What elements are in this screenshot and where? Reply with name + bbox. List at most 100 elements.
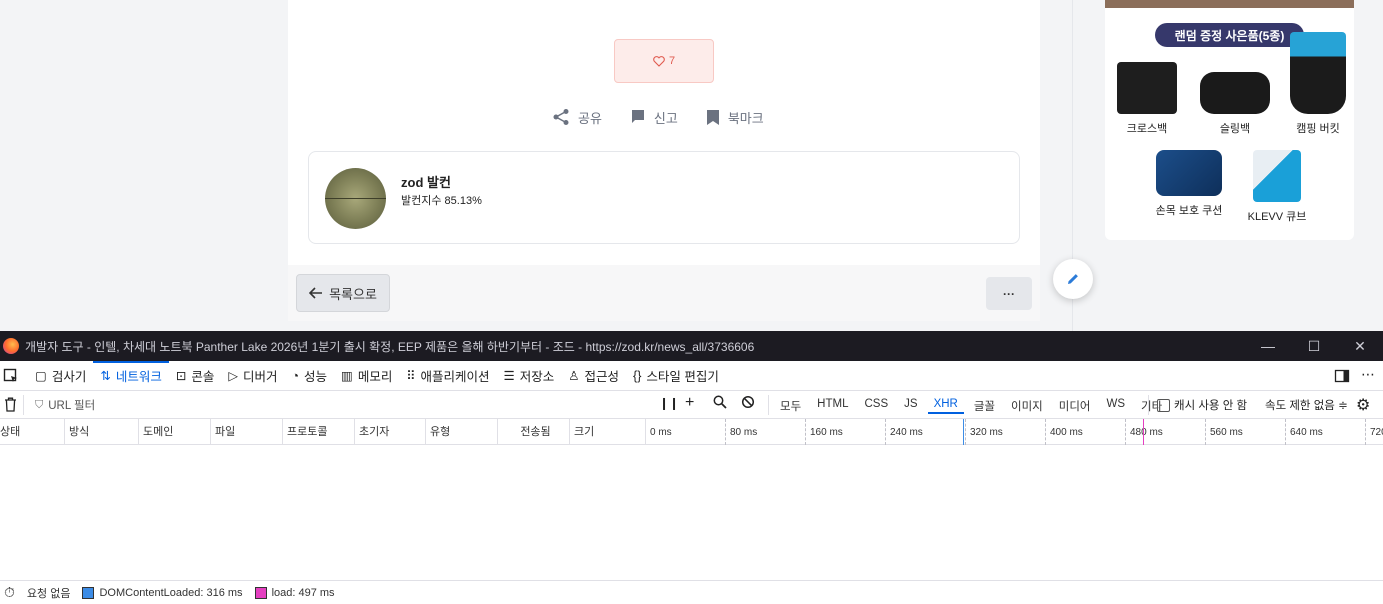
throttling-select[interactable]: 속도 제한 없음 ≑ xyxy=(1265,397,1348,413)
like-count: 7 xyxy=(668,55,676,67)
tab-inspector[interactable]: ▢ 검사기 xyxy=(28,361,93,391)
dom-content-loaded-swatch xyxy=(82,586,95,599)
like-button[interactable]: 7 xyxy=(614,39,714,83)
tab-label: 디버거 xyxy=(242,370,278,384)
bookmark-label: 북마크 xyxy=(727,110,764,126)
load-time: load: 497 ms xyxy=(271,586,335,599)
filter-ws[interactable]: WS xyxy=(1101,398,1132,414)
request-count: 요청 없음 xyxy=(26,587,71,600)
bookmark-button[interactable]: 북마크 xyxy=(706,108,764,127)
slingbag-image xyxy=(1200,72,1270,114)
minimize-icon[interactable]: — xyxy=(1245,331,1291,361)
bookmark-icon xyxy=(706,109,719,125)
dom-content-loaded-time: DOMContentLoaded: 316 ms xyxy=(99,586,243,599)
tab-console[interactable]: ⊡ 콘솔 xyxy=(169,361,222,391)
devtools-title: 개발자 도구 - 인텔, 차세대 노트북 Panther Lake 2026년 … xyxy=(25,339,755,354)
divider xyxy=(768,395,769,415)
column-size[interactable]: 크기 xyxy=(570,419,646,445)
column-initiator[interactable]: 초기자 xyxy=(355,419,426,445)
ad-item-bucket: 캠핑 버킷 xyxy=(1283,32,1353,136)
ad-item-wrist-cushion: 손목 보호 쿠션 xyxy=(1149,150,1229,218)
dock-icon[interactable] xyxy=(1334,368,1350,387)
timeline-tick: 0 ms xyxy=(650,427,672,438)
author-name[interactable]: zod 발컨 xyxy=(401,172,451,191)
share-button[interactable]: 공유 xyxy=(552,108,602,127)
search-icon[interactable] xyxy=(713,395,727,412)
filter-media[interactable]: 미디어 xyxy=(1053,398,1097,414)
filter-images[interactable]: 이미지 xyxy=(1005,398,1049,414)
back-to-list-button[interactable]: 목록으로 xyxy=(296,274,390,312)
ad-item-slingbag: 슬링백 xyxy=(1198,72,1272,136)
filter-html[interactable]: HTML xyxy=(811,398,854,414)
article-body: 7 공유 신고 북마크 zod 발컨 발컨지수 85.13% xyxy=(288,0,1040,265)
column-method[interactable]: 방식 xyxy=(65,419,139,445)
firefox-logo-icon xyxy=(3,338,19,354)
column-protocol[interactable]: 프로토콜 xyxy=(283,419,355,445)
tab-network[interactable]: ⇅ 네트워크 xyxy=(93,360,169,391)
tab-label: 성능 xyxy=(304,370,328,384)
filter-all[interactable]: 모두 xyxy=(774,398,807,414)
tab-performance[interactable]: ◔ 성능 xyxy=(284,361,334,391)
write-post-button[interactable] xyxy=(1053,259,1093,299)
trash-icon[interactable] xyxy=(4,397,17,415)
network-table-header: 상태 방식 도메인 파일 프로토콜 초기자 유형 전송됨 크기 0 ms 80 … xyxy=(0,419,1383,445)
more-options-button[interactable]: ··· xyxy=(986,277,1032,310)
column-status[interactable]: 상태 xyxy=(0,419,65,445)
inspector-icon: ▢ xyxy=(35,369,47,383)
close-icon[interactable]: ✕ xyxy=(1337,331,1383,361)
network-icon: ⇅ xyxy=(100,369,111,383)
stopwatch-icon[interactable]: ⏱ xyxy=(4,584,15,601)
wrist-cushion-image xyxy=(1156,150,1222,196)
tab-label: 접근성 xyxy=(584,370,620,384)
maximize-icon[interactable]: ☐ xyxy=(1291,331,1337,361)
avatar[interactable] xyxy=(325,168,386,229)
disable-cache-checkbox[interactable]: 캐시 사용 안 함 xyxy=(1157,397,1247,413)
timeline-tick: 240 ms xyxy=(885,419,923,445)
plus-icon[interactable]: + xyxy=(685,394,694,412)
tab-accessibility[interactable]: ♙ 접근성 xyxy=(561,361,626,391)
column-file[interactable]: 파일 xyxy=(211,419,283,445)
filter-js[interactable]: JS xyxy=(898,398,923,414)
crossbag-image xyxy=(1117,62,1177,114)
filter-type-list: 모두 HTML CSS JS XHR 글꼴 이미지 미디어 WS 기타 xyxy=(774,398,1168,414)
timeline-tick: 400 ms xyxy=(1045,419,1083,445)
menu-dots-icon[interactable]: ⋯ xyxy=(1361,366,1375,383)
filter-fonts[interactable]: 글꼴 xyxy=(968,398,1001,414)
settings-gear-icon[interactable]: ⚙ xyxy=(1356,395,1370,415)
tab-label: 검사기 xyxy=(51,370,87,384)
filter-css[interactable]: CSS xyxy=(858,398,894,414)
tab-label: 애플리케이션 xyxy=(420,370,490,384)
cube-image xyxy=(1253,150,1301,202)
ad-item-crossbag: 크로스백 xyxy=(1110,62,1184,136)
tab-memory[interactable]: ▥ 메모리 xyxy=(334,361,399,391)
heart-icon xyxy=(653,55,665,67)
network-statusbar: ⏱ 요청 없음 DOMContentLoaded: 316 ms load: 4… xyxy=(0,580,1383,604)
column-domain[interactable]: 도메인 xyxy=(139,419,211,445)
devtools-toolbar: ▢ 검사기 ⇅ 네트워크 ⊡ 콘솔 ▷ 디버거 ◔ 성능 ▥ 메모리 ⠿ 애플리케이션 ☰ 저장… xyxy=(0,360,1383,391)
article-actions: 공유 신고 북마크 xyxy=(552,106,764,128)
tab-application[interactable]: ⠿ 애플리케이션 xyxy=(399,361,496,391)
column-type[interactable]: 유형 xyxy=(426,419,498,445)
url-filter-input[interactable]: ⛉ URL 필터 xyxy=(35,397,635,413)
web-page: 7 공유 신고 북마크 zod 발컨 발컨지수 85.13% 목록으로 ··· … xyxy=(0,0,1383,331)
tab-label: 네트워크 xyxy=(115,370,162,384)
tab-debugger[interactable]: ▷ 디버거 xyxy=(221,361,284,391)
pause-icon[interactable]: ❙❙ xyxy=(659,396,679,410)
report-label: 신고 xyxy=(653,110,678,126)
article-footer: 목록으로 ··· xyxy=(288,265,1040,321)
bucket-image xyxy=(1290,32,1346,114)
report-button[interactable]: 신고 xyxy=(630,108,678,127)
column-transferred[interactable]: 전송됨 xyxy=(498,419,570,445)
share-icon xyxy=(553,109,569,125)
ad-item-label: 손목 보호 쿠션 xyxy=(1155,205,1223,217)
tab-style-editor[interactable]: {} 스타일 편집기 xyxy=(626,361,726,391)
pencil-icon xyxy=(1068,274,1078,284)
timeline-tick: 320 ms xyxy=(965,419,1003,445)
block-icon[interactable] xyxy=(741,395,755,412)
element-picker-icon[interactable] xyxy=(0,361,28,391)
sidebar-ad[interactable]: 랜덤 증정 사은품(5종) 크로스백 슬링백 캠핑 버킷 손목 보호 쿠션 KL… xyxy=(1105,0,1354,240)
tab-storage[interactable]: ☰ 저장소 xyxy=(497,361,562,391)
timeline-tick: 160 ms xyxy=(805,419,843,445)
filter-xhr[interactable]: XHR xyxy=(927,398,964,414)
back-to-list-label: 목록으로 xyxy=(329,286,377,302)
